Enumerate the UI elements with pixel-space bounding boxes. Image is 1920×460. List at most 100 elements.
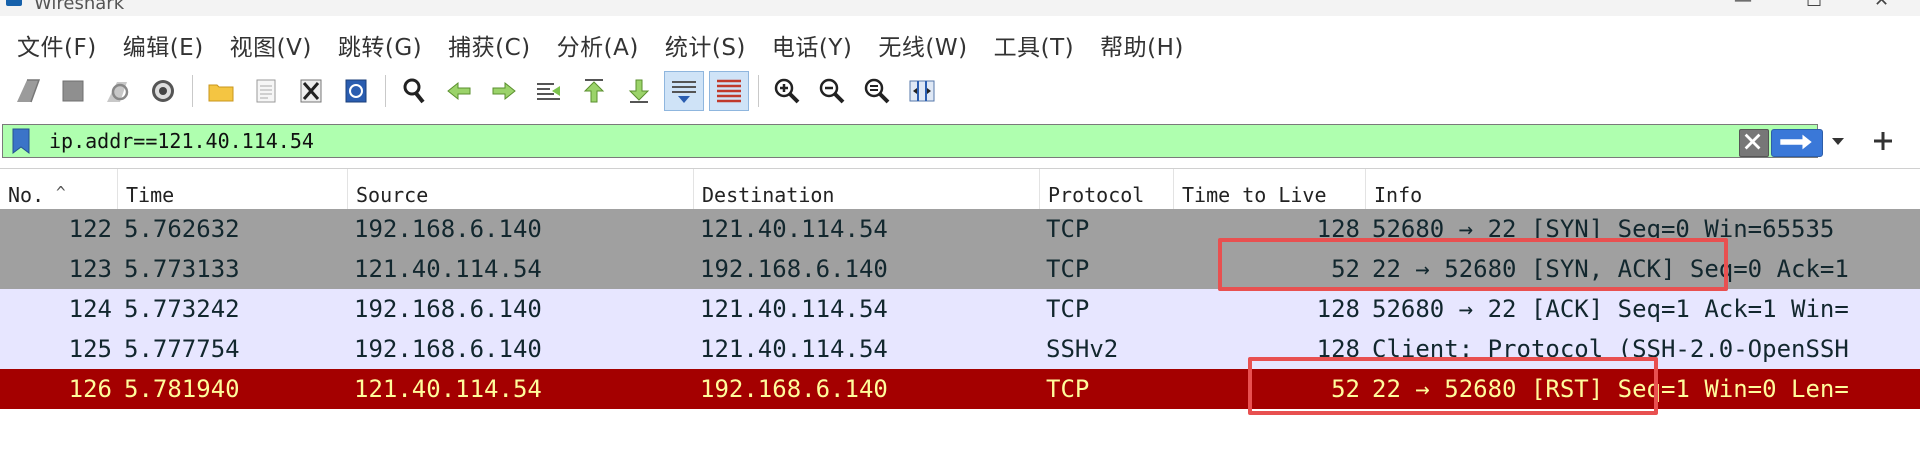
cell-no: 125 [68,335,112,363]
go-first-button[interactable] [574,71,614,111]
reload-file-button[interactable] [336,71,376,111]
cell-protocol: TCP [1046,255,1090,283]
menu-telephony[interactable]: 电话(Y) [761,28,864,62]
stop-capture-icon [62,80,84,102]
column-header-source[interactable]: Source [348,169,694,209]
normal-size-button[interactable] [857,71,897,111]
auto-scroll-button[interactable] [664,71,704,111]
restart-capture-button[interactable] [98,71,138,111]
open-file-button[interactable] [201,71,241,111]
cell-time: 5.773133 [124,255,240,283]
stop-capture-button[interactable] [53,71,93,111]
go-to-packet-button[interactable] [529,71,569,111]
cell-ttl: 52 [1331,255,1360,283]
display-filter-input[interactable]: ip.addr==121.40.114.54 [2,124,1823,158]
resize-columns-button[interactable] [902,71,942,111]
cell-destination: 192.168.6.140 [700,255,888,283]
column-header-destination[interactable]: Destination [694,169,1040,209]
zoom-out-button[interactable] [812,71,852,111]
wireshark-logo-icon [6,0,22,6]
menu-file[interactable]: 文件(F) [6,28,108,62]
cell-no: 126 [68,375,112,403]
open-file-icon [208,84,234,102]
cell-protocol: TCP [1046,215,1090,243]
menu-capture[interactable]: 捕获(C) [437,28,542,62]
menu-go[interactable]: 跳转(G) [327,28,433,62]
go-forward-button[interactable] [484,71,524,111]
cell-ttl: 128 [1316,335,1360,363]
column-header-ttl[interactable]: Time to Live [1174,169,1366,209]
cell-source: 192.168.6.140 [354,215,542,243]
maximize-button[interactable]: ☐ [1806,0,1822,10]
filter-expression[interactable]: ip.addr==121.40.114.54 [49,128,314,154]
start-capture-icon [17,79,41,103]
close-file-button[interactable] [291,71,331,111]
go-to-packet-icon [537,83,560,100]
filter-history-dropdown[interactable] [1828,130,1848,152]
cell-time: 5.777754 [124,335,240,363]
minimize-button[interactable]: — [1734,0,1752,10]
chevron-down-icon [1832,138,1844,145]
cell-source: 121.40.114.54 [354,255,542,283]
clear-filter-button[interactable] [1739,129,1769,157]
cell-info: Client: Protocol (SSH-2.0-OpenSSH [1372,335,1849,363]
colorize-button[interactable] [709,71,749,111]
close-file-icon [300,79,322,103]
column-header-time[interactable]: Time [118,169,348,209]
menu-help[interactable]: 帮助(H) [1089,28,1195,62]
cell-destination: 121.40.114.54 [700,215,888,243]
toolbar-separator [192,75,193,107]
apply-filter-button[interactable] [1771,129,1823,157]
column-header-info[interactable]: Info [1366,169,1920,209]
go-last-icon [628,79,650,103]
reload-file-icon [345,79,367,103]
menu-statistics[interactable]: 统计(S) [654,28,757,62]
display-filter-bar: ip.addr==121.40.114.54 [2,124,1920,160]
toolbar-separator [385,75,386,107]
sort-ascending-icon: ^ [56,183,66,202]
cell-info: 22 → 52680 [RST] Seq=1 Win=0 Len= [1372,375,1849,403]
cell-destination: 121.40.114.54 [700,335,888,363]
cell-destination: 121.40.114.54 [700,295,888,323]
column-header-no[interactable]: No. ^ [0,169,118,209]
window-title: Wireshark [34,0,125,14]
normal-size-icon [864,78,890,104]
column-header-protocol[interactable]: Protocol [1040,169,1174,209]
packet-row[interactable]: 123 5.773133 121.40.114.54 192.168.6.140… [0,249,1920,289]
cell-source: 192.168.6.140 [354,295,542,323]
cell-time: 5.781940 [124,375,240,403]
bookmark-icon[interactable] [11,128,31,154]
menu-tools[interactable]: 工具(T) [983,28,1086,62]
find-packet-button[interactable] [394,71,434,111]
go-last-button[interactable] [619,71,659,111]
packet-row[interactable]: 122 5.762632 192.168.6.140 121.40.114.54… [0,209,1920,249]
zoom-in-button[interactable] [767,71,807,111]
menu-bar: 文件(F) 编辑(E) 视图(V) 跳转(G) 捕获(C) 分析(A) 统计(S… [0,28,1920,62]
cell-no: 124 [68,295,112,323]
arrow-right-icon [1780,134,1812,150]
file-set-button[interactable] [246,71,286,111]
packet-row[interactable]: 126 5.781940 121.40.114.54 192.168.6.140… [0,369,1920,409]
menu-analyze[interactable]: 分析(A) [546,28,650,62]
menu-edit[interactable]: 编辑(E) [112,28,215,62]
title-bar: Wireshark — ☐ ✕ [0,0,1920,16]
cell-protocol: SSHv2 [1046,335,1119,363]
capture-options-button[interactable] [143,71,183,111]
main-toolbar [0,70,1920,112]
menu-view[interactable]: 视图(V) [219,28,323,62]
cell-source: 192.168.6.140 [354,335,542,363]
menu-wireless[interactable]: 无线(W) [867,28,978,62]
zoom-in-icon [774,78,800,104]
close-button[interactable]: ✕ [1874,0,1889,10]
packet-row[interactable]: 124 5.773242 192.168.6.140 121.40.114.54… [0,289,1920,329]
cell-info: 22 → 52680 [SYN, ACK] Seq=0 Ack=1 [1372,255,1849,283]
packet-row[interactable]: 125 5.777754 192.168.6.140 121.40.114.54… [0,329,1920,369]
packet-list[interactable]: No. ^ Time Source Destination Protocol T… [0,168,1920,460]
add-filter-button-plus[interactable] [1868,124,1898,158]
start-capture-button[interactable] [8,71,48,111]
go-back-button[interactable] [439,71,479,111]
clear-icon [1744,133,1761,150]
find-packet-icon [403,78,425,104]
cell-ttl: 128 [1316,295,1360,323]
cell-time: 5.762632 [124,215,240,243]
